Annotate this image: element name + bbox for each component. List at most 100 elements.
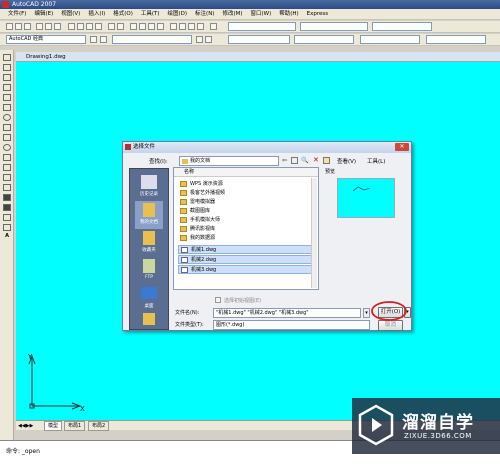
lineweight-select[interactable] xyxy=(360,35,420,44)
circle-icon[interactable] xyxy=(3,114,11,121)
workspace-settings-icon[interactable] xyxy=(90,36,97,43)
plot-style-select[interactable] xyxy=(426,35,486,44)
color-select[interactable] xyxy=(228,35,290,44)
list-item[interactable]: WPS 演示资源 xyxy=(178,180,312,189)
line-tool-icon[interactable] xyxy=(3,54,11,61)
cut-icon[interactable] xyxy=(68,23,75,30)
place-my-documents[interactable]: 我的文档 xyxy=(135,201,163,229)
views-menu[interactable]: 查看(V) xyxy=(337,157,356,165)
filename-input[interactable]: "机械1.dwg" "机械2.dwg" "机械3.dwg" xyxy=(213,308,361,318)
sheet-set-icon[interactable] xyxy=(197,23,204,30)
up-folder-icon[interactable] xyxy=(291,157,298,164)
undo-icon[interactable] xyxy=(108,23,115,30)
list-item[interactable]: 雷电模拟器 xyxy=(178,198,312,207)
menu-format[interactable]: 格式(O) xyxy=(109,9,137,19)
polyline-icon[interactable] xyxy=(3,74,11,81)
menu-express[interactable]: Express xyxy=(303,9,332,19)
table-style-select[interactable] xyxy=(372,22,432,31)
zoom-window-icon[interactable] xyxy=(148,23,155,30)
make-current-layer-icon[interactable] xyxy=(196,36,203,43)
plot-preview-icon[interactable] xyxy=(45,23,52,30)
file-item-selected[interactable]: 机械3.dwg xyxy=(178,265,312,274)
place-favorites[interactable]: 收藏夹 xyxy=(135,229,163,257)
list-item[interactable]: 手机模拟大师 xyxy=(178,216,312,225)
hatch-icon[interactable] xyxy=(3,194,11,201)
menu-help[interactable]: 帮助(H) xyxy=(275,9,302,19)
place-history[interactable]: 历史记录 xyxy=(135,173,163,201)
tab-scroll-arrows-icon[interactable]: ◀◀▶▶ xyxy=(18,421,40,431)
make-block-icon[interactable] xyxy=(3,174,11,181)
table-icon[interactable] xyxy=(3,224,11,231)
print-icon[interactable] xyxy=(36,23,43,30)
place-buzzsaw[interactable] xyxy=(135,311,163,329)
open-icon[interactable] xyxy=(15,23,22,30)
point-icon[interactable] xyxy=(3,184,11,191)
file-item-selected[interactable]: 机械2.dwg xyxy=(178,255,312,264)
menu-tools[interactable]: 工具(T) xyxy=(137,9,164,19)
revision-cloud-icon[interactable] xyxy=(3,124,11,131)
menu-edit[interactable]: 编辑(E) xyxy=(30,9,57,19)
rectangle-icon[interactable] xyxy=(3,94,11,101)
pan-icon[interactable] xyxy=(130,23,137,30)
region-icon[interactable] xyxy=(3,214,11,221)
design-center-icon[interactable] xyxy=(179,23,186,30)
menu-dimension[interactable]: 标注(N) xyxy=(191,9,218,19)
publish-icon[interactable] xyxy=(54,23,61,30)
zoom-realtime-icon[interactable] xyxy=(139,23,146,30)
layer-manager-icon[interactable] xyxy=(100,36,107,43)
back-arrow-icon[interactable]: ⇦ xyxy=(282,157,287,164)
copy-icon[interactable] xyxy=(77,23,84,30)
menu-draw[interactable]: 绘图(D) xyxy=(164,9,192,19)
tab-model[interactable]: 模型 xyxy=(44,421,63,431)
list-scrollbar[interactable] xyxy=(311,178,317,288)
dialog-close-button[interactable]: ✕ xyxy=(395,143,409,151)
new-folder-icon[interactable] xyxy=(323,157,330,164)
match-properties-icon[interactable] xyxy=(95,23,102,30)
redo-icon[interactable] xyxy=(117,23,124,30)
place-ftp[interactable]: FTP xyxy=(135,257,163,285)
layer-select[interactable] xyxy=(112,35,192,44)
place-desktop[interactable]: 桌面 xyxy=(135,285,163,313)
workspace-select[interactable]: AutoCAD 经典 xyxy=(6,35,86,44)
tab-layout2[interactable]: 布局2 xyxy=(88,421,110,431)
list-item[interactable]: 截图图库 xyxy=(178,207,312,216)
gradient-icon[interactable] xyxy=(3,204,11,211)
file-list[interactable]: 名称 WPS 演示资源 极客艺外播视频 雷电模拟器 截图图库 手机模拟大师 腾讯… xyxy=(173,167,319,290)
menu-window[interactable]: 窗口(W) xyxy=(247,9,276,19)
ellipse-icon[interactable] xyxy=(3,144,11,151)
delete-icon[interactable]: ✕ xyxy=(313,156,319,164)
insert-block-icon[interactable] xyxy=(3,164,11,171)
tool-palettes-icon[interactable] xyxy=(188,23,195,30)
menu-modify[interactable]: 修改(M) xyxy=(218,9,246,19)
properties-icon[interactable] xyxy=(170,23,177,30)
filetype-select[interactable]: 图形(*.dwg) xyxy=(213,320,370,330)
layer-previous-icon[interactable] xyxy=(205,36,212,43)
document-tab[interactable]: Drawing1.dwg xyxy=(16,52,500,62)
linetype-select[interactable] xyxy=(294,35,354,44)
spline-icon[interactable] xyxy=(3,134,11,141)
help-icon[interactable] xyxy=(210,23,217,30)
save-icon[interactable] xyxy=(24,23,31,30)
tab-layout1[interactable]: 布局1 xyxy=(64,421,86,431)
construction-line-icon[interactable] xyxy=(3,64,11,71)
dim-style-select[interactable] xyxy=(300,22,368,31)
menu-insert[interactable]: 插入(I) xyxy=(84,9,109,19)
polygon-icon[interactable] xyxy=(3,84,11,91)
ellipse-arc-icon[interactable] xyxy=(3,154,11,161)
menu-view[interactable]: 视图(V) xyxy=(57,9,84,19)
list-item[interactable]: 我的数据源 xyxy=(178,234,312,243)
file-item-selected[interactable]: 机械1.dwg xyxy=(178,245,312,254)
search-web-icon[interactable]: 🔍 xyxy=(301,157,308,164)
tools-menu[interactable]: 工具(L) xyxy=(367,157,385,165)
list-item[interactable]: 腾讯影视库 xyxy=(178,225,312,234)
initial-view-checkbox[interactable] xyxy=(215,297,221,303)
multiline-text-icon[interactable]: A xyxy=(3,234,11,241)
menu-file[interactable]: 文件(F) xyxy=(4,9,30,19)
list-item[interactable]: 极客艺外播视频 xyxy=(178,189,312,198)
text-style-select[interactable] xyxy=(228,22,296,31)
arc-icon[interactable] xyxy=(3,104,11,111)
new-icon[interactable] xyxy=(6,23,13,30)
lookin-select[interactable]: 我的文档 xyxy=(179,156,279,166)
zoom-previous-icon[interactable] xyxy=(157,23,164,30)
paste-icon[interactable] xyxy=(86,23,93,30)
